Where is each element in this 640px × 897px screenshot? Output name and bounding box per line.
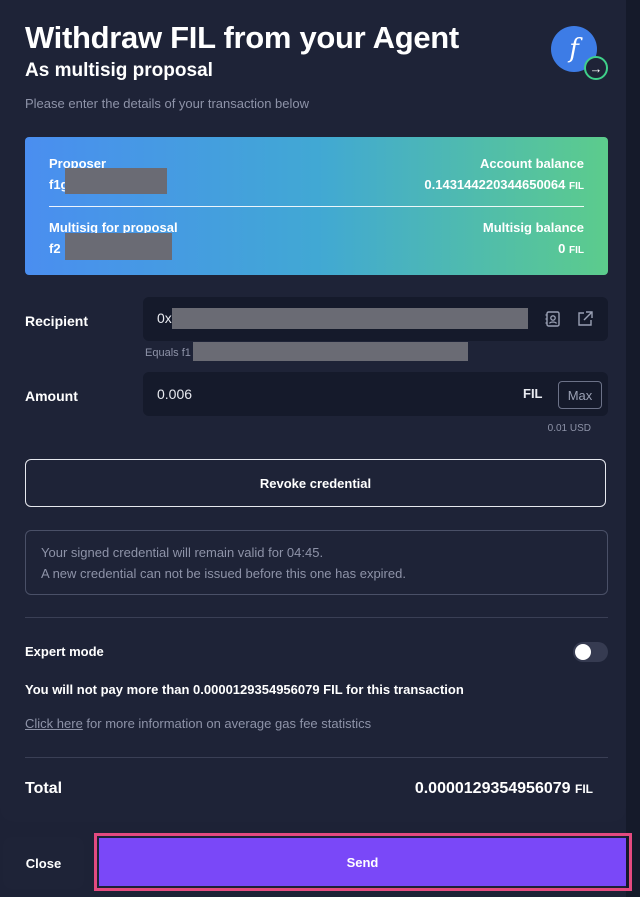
- toggle-knob: [575, 644, 591, 660]
- gas-info-text: for more information on average gas fee …: [82, 716, 372, 731]
- amount-value: 0.006: [157, 386, 193, 402]
- amount-unit: FIL: [523, 386, 543, 401]
- fee-notice: You will not pay more than 0.00001293549…: [25, 682, 464, 697]
- total-divider: [25, 757, 608, 758]
- max-button[interactable]: Max: [558, 381, 602, 409]
- expert-mode-label: Expert mode: [25, 644, 104, 659]
- total-value: 0.0000129354956079 FIL: [415, 780, 593, 798]
- expert-mode-toggle[interactable]: [573, 642, 608, 662]
- logo-glyph: f: [569, 34, 579, 64]
- withdraw-modal: Withdraw FIL from your Agent As multisig…: [0, 0, 626, 822]
- modal-subtitle: As multisig proposal: [25, 60, 213, 81]
- credential-info-box: Your signed credential will remain valid…: [25, 530, 608, 595]
- total-amount: 0.0000129354956079: [414, 780, 571, 797]
- close-button[interactable]: Close: [3, 837, 84, 889]
- instructions-text: Please enter the details of your transac…: [25, 96, 310, 111]
- amount-input[interactable]: 0.006 FIL: [143, 372, 608, 416]
- external-link-icon[interactable]: [576, 310, 594, 332]
- section-divider: [25, 617, 608, 618]
- multisig-balance-label: Multisig balance: [482, 220, 584, 235]
- revoke-credential-button[interactable]: Revoke credential: [25, 459, 606, 507]
- amount-label: Amount: [25, 388, 78, 404]
- redacted-proposer-address: [65, 168, 167, 194]
- redacted-recipient-address: [172, 308, 528, 329]
- gas-info-link[interactable]: Click here: [25, 716, 83, 731]
- total-unit: FIL: [575, 782, 593, 796]
- recipient-input[interactable]: 0x: [143, 297, 608, 341]
- recipient-label: Recipient: [25, 313, 89, 329]
- account-balance-value: 0.143144220344650064 FIL: [424, 177, 584, 192]
- recipient-value: 0x: [157, 310, 172, 326]
- summary-card: Proposer f1g Account balance 0.143144220…: [25, 137, 608, 275]
- right-edge: [626, 0, 640, 897]
- gas-info-line: Click here for more information on avera…: [25, 716, 371, 731]
- redacted-multisig-address: [65, 233, 172, 260]
- arrow-right-icon: →: [584, 56, 608, 80]
- account-balance-amount: 0.143144220344650064: [424, 177, 566, 192]
- credential-info-line-2: A new credential can not be issued befor…: [41, 566, 406, 581]
- address-book-icon[interactable]: [544, 310, 562, 332]
- account-balance-label: Account balance: [479, 156, 584, 171]
- multisig-value: f2: [49, 241, 61, 256]
- modal-title: Withdraw FIL from your Agent: [25, 20, 459, 55]
- amount-usd-value: 0.01 USD: [547, 423, 591, 434]
- credential-info-line-1: Your signed credential will remain valid…: [41, 545, 324, 560]
- account-balance-unit: FIL: [569, 181, 584, 192]
- redacted-equals-address: [193, 342, 468, 361]
- logo-badge-glyph: →: [589, 60, 603, 76]
- multisig-balance-amount: 0: [558, 241, 566, 256]
- multisig-balance-value: 0 FIL: [558, 241, 584, 256]
- card-divider: [49, 206, 584, 207]
- send-button[interactable]: Send: [99, 838, 626, 886]
- multisig-balance-unit: FIL: [569, 245, 584, 256]
- recipient-equals-text: Equals f1: [145, 347, 191, 359]
- total-label: Total: [25, 780, 63, 797]
